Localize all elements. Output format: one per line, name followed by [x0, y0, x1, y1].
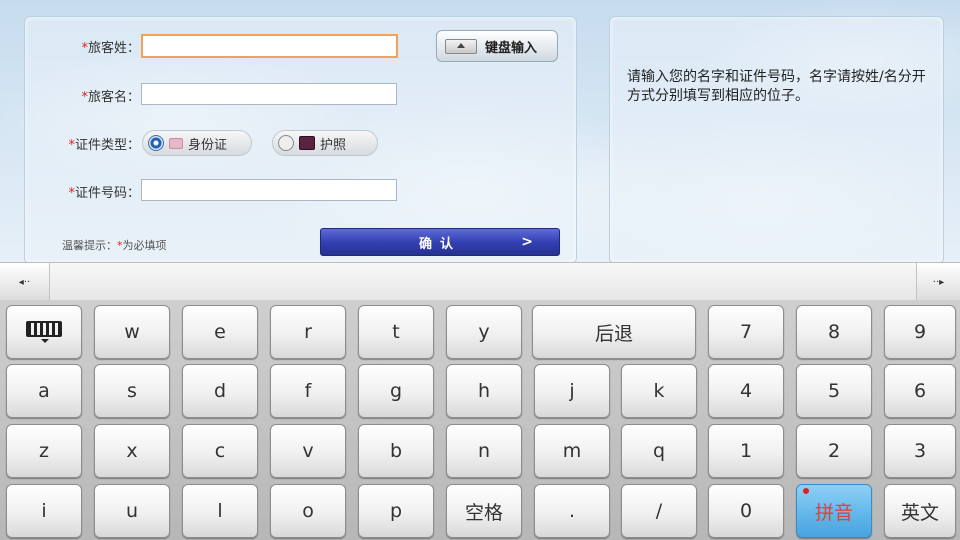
doc-type-label: *证件类型：: [68, 138, 140, 153]
key-v[interactable]: v: [270, 424, 346, 478]
key-0[interactable]: 0: [708, 484, 784, 538]
active-indicator-icon: [803, 488, 809, 494]
key-i[interactable]: i: [6, 484, 82, 538]
key-u[interactable]: u: [94, 484, 170, 538]
passport-icon: [299, 136, 315, 150]
scroll-left-button[interactable]: ◂··: [0, 263, 50, 301]
key-2[interactable]: 2: [796, 424, 872, 478]
key-p[interactable]: p: [358, 484, 434, 538]
radio-unselected-icon: [278, 135, 294, 151]
candidate-bar: ◂·· ··▸: [0, 262, 960, 302]
arrow-right-icon: ··▸: [932, 276, 945, 288]
id-card-icon: [169, 137, 183, 149]
key-r[interactable]: r: [270, 305, 346, 359]
key-1[interactable]: 1: [708, 424, 784, 478]
key-w[interactable]: w: [94, 305, 170, 359]
key-h[interactable]: h: [446, 364, 522, 418]
required-hint: 温馨提示：*为必填项: [62, 239, 167, 252]
key-slash[interactable]: /: [621, 484, 697, 538]
key-hide-keyboard[interactable]: [6, 305, 82, 359]
key-english-mode[interactable]: 英文: [884, 484, 956, 538]
key-d[interactable]: d: [182, 364, 258, 418]
doc-type-passport-option[interactable]: 护照: [272, 130, 378, 156]
key-9[interactable]: 9: [884, 305, 956, 359]
key-o[interactable]: o: [270, 484, 346, 538]
key-e[interactable]: e: [182, 305, 258, 359]
doc-number-input[interactable]: [141, 179, 397, 201]
surname-label: *旅客姓：: [81, 41, 140, 56]
key-q[interactable]: q: [621, 424, 697, 478]
key-space[interactable]: 空格: [446, 484, 522, 538]
key-l[interactable]: l: [182, 484, 258, 538]
doc-type-id-card-option[interactable]: 身份证: [142, 130, 252, 156]
key-y[interactable]: y: [446, 305, 522, 359]
key-7[interactable]: 7: [708, 305, 784, 359]
info-text: 请输入您的名字和证件号码，名字请按姓/名分开方式分别填写到相应的位子。: [627, 69, 926, 104]
key-pinyin-mode[interactable]: 拼音: [796, 484, 872, 538]
given-name-input[interactable]: [141, 83, 397, 105]
key-a[interactable]: a: [6, 364, 82, 418]
confirm-button[interactable]: 确认 >: [320, 228, 560, 256]
key-8[interactable]: 8: [796, 305, 872, 359]
key-c[interactable]: c: [182, 424, 258, 478]
key-z[interactable]: z: [6, 424, 82, 478]
key-k[interactable]: k: [621, 364, 697, 418]
info-panel: [609, 16, 944, 264]
doc-number-label: *证件号码：: [68, 186, 140, 201]
key-b[interactable]: b: [358, 424, 434, 478]
keyboard-hide-icon: [26, 321, 62, 343]
key-n[interactable]: n: [446, 424, 522, 478]
key-5[interactable]: 5: [796, 364, 872, 418]
given-name-label: *旅客名：: [81, 90, 140, 105]
key-f[interactable]: f: [270, 364, 346, 418]
key-t[interactable]: t: [358, 305, 434, 359]
key-3[interactable]: 3: [884, 424, 956, 478]
key-period[interactable]: .: [534, 484, 610, 538]
key-g[interactable]: g: [358, 364, 434, 418]
key-j[interactable]: j: [534, 364, 610, 418]
key-m[interactable]: m: [534, 424, 610, 478]
arrow-left-icon: ◂··: [18, 276, 31, 288]
keyboard-input-button[interactable]: 键盘输入: [436, 30, 558, 62]
key-backspace[interactable]: 后退: [532, 305, 696, 359]
key-x[interactable]: x: [94, 424, 170, 478]
scroll-right-button[interactable]: ··▸: [916, 263, 960, 301]
surname-input[interactable]: [141, 34, 398, 58]
key-s[interactable]: s: [94, 364, 170, 418]
keyboard-toggle-icon: [445, 38, 477, 54]
onscreen-keyboard: w e r t y 后退 7 8 9 a s d f g h j k 4 5 6…: [0, 300, 960, 540]
key-6[interactable]: 6: [884, 364, 956, 418]
chevron-right-icon: >: [521, 234, 533, 250]
key-4[interactable]: 4: [708, 364, 784, 418]
radio-selected-icon: [148, 135, 164, 151]
